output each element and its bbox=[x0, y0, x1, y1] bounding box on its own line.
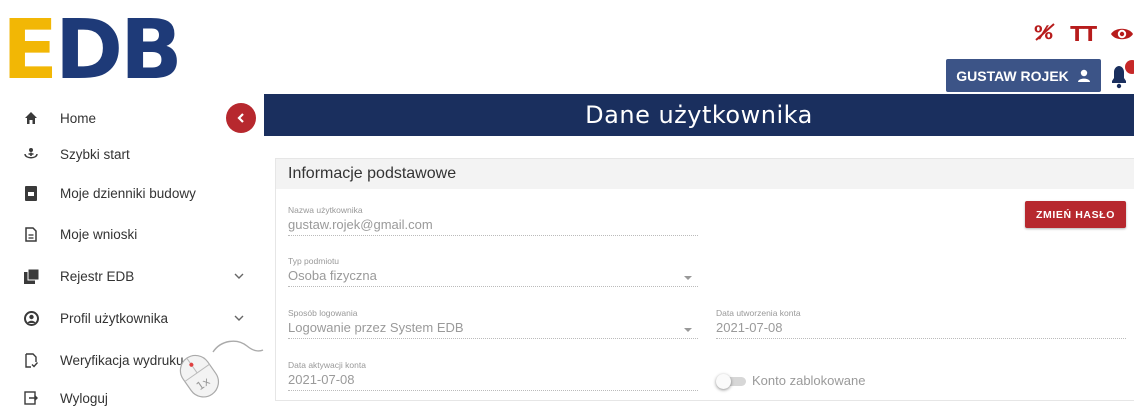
sidebar-item-label: Home bbox=[60, 110, 97, 126]
font-size-icon[interactable]: TT bbox=[1070, 24, 1097, 44]
dropdown-arrow-icon bbox=[684, 328, 692, 332]
sidebar-item-applications[interactable]: Moje wnioski bbox=[0, 216, 262, 252]
sidebar-item-label: Moje dzienniki budowy bbox=[60, 185, 196, 201]
collapse-sidebar-button[interactable] bbox=[226, 103, 256, 133]
field-label: Data utworzenia konta bbox=[716, 308, 801, 318]
sidebar-item-label: Moje wnioski bbox=[60, 226, 138, 242]
field-value: 2021-07-08 bbox=[716, 320, 783, 335]
quick-start-icon bbox=[20, 143, 42, 165]
field-label: Data aktywacji konta bbox=[288, 360, 366, 370]
account-locked-toggle[interactable] bbox=[716, 374, 748, 389]
sidebar-item-construction-logs[interactable]: Moje dzienniki budowy bbox=[0, 175, 262, 211]
sidebar-item-home[interactable]: Home bbox=[0, 100, 262, 136]
sidebar-item-label: Rejestr EDB bbox=[60, 268, 135, 284]
entity-type-select[interactable]: Typ podmiotu Osoba fizyczna bbox=[288, 256, 698, 287]
field-value: Logowanie przez System EDB bbox=[288, 320, 464, 335]
user-circle-icon bbox=[20, 307, 42, 329]
created-date-field: Data utworzenia konta 2021-07-08 bbox=[716, 308, 1126, 339]
sidebar-item-quick-start[interactable]: Szybki start bbox=[0, 136, 262, 172]
app-header: EDB % TT GUSTAW ROJEK bbox=[0, 0, 1134, 94]
sidebar-item-label: Weryfikacja wydruku bbox=[60, 352, 184, 368]
sidebar-item-user-profile[interactable]: Profil użytkownika bbox=[0, 300, 262, 336]
field-value: Osoba fizyczna bbox=[288, 268, 377, 283]
register-icon bbox=[20, 265, 42, 287]
field-label: Nazwa użytkownika bbox=[288, 205, 363, 215]
username-field: Nazwa użytkownika gustaw.rojek@gmail.com bbox=[288, 205, 698, 236]
account-locked-label: Konto zablokowane bbox=[752, 373, 866, 388]
document-icon bbox=[20, 223, 42, 245]
home-icon bbox=[20, 107, 42, 129]
mouse-click-indicator-icon: 1x bbox=[179, 340, 264, 398]
page-title: Dane użytkownika bbox=[264, 94, 1134, 136]
sidebar-item-edb-register[interactable]: Rejestr EDB bbox=[0, 258, 262, 294]
activated-date-field: Data aktywacji konta 2021-07-08 bbox=[288, 360, 698, 391]
sidebar-item-label: Szybki start bbox=[60, 146, 130, 162]
notification-badge bbox=[1125, 60, 1134, 74]
file-check-icon bbox=[20, 349, 42, 371]
chevron-left-icon bbox=[237, 113, 244, 123]
user-icon bbox=[1077, 69, 1090, 82]
panel-title: Informacje podstawowe bbox=[276, 159, 1134, 189]
field-value: 2021-07-08 bbox=[288, 372, 355, 387]
change-password-button[interactable]: ZMIEŃ HASŁO bbox=[1025, 201, 1126, 228]
login-method-select[interactable]: Sposób logowania Logowanie przez System … bbox=[288, 308, 698, 339]
field-label: Typ podmiotu bbox=[288, 256, 340, 266]
sidebar-item-label: Profil użytkownika bbox=[60, 310, 169, 326]
dropdown-arrow-icon bbox=[684, 276, 692, 280]
user-name-label: GUSTAW ROJEK bbox=[956, 67, 1069, 84]
book-icon bbox=[20, 182, 42, 204]
chevron-down-icon bbox=[234, 273, 244, 279]
user-menu-button[interactable]: GUSTAW ROJEK bbox=[946, 59, 1101, 92]
sidebar-item-label: Wyloguj bbox=[60, 390, 108, 406]
contrast-icon[interactable]: % bbox=[1034, 22, 1056, 45]
edb-logo[interactable]: E DB bbox=[2, 10, 183, 92]
chevron-down-icon bbox=[234, 315, 244, 321]
field-value: gustaw.rojek@gmail.com bbox=[288, 217, 433, 232]
field-label: Sposób logowania bbox=[288, 308, 358, 318]
logout-icon bbox=[20, 387, 42, 409]
accessibility-tools: % TT bbox=[1034, 22, 1134, 45]
eye-icon[interactable] bbox=[1110, 26, 1134, 42]
